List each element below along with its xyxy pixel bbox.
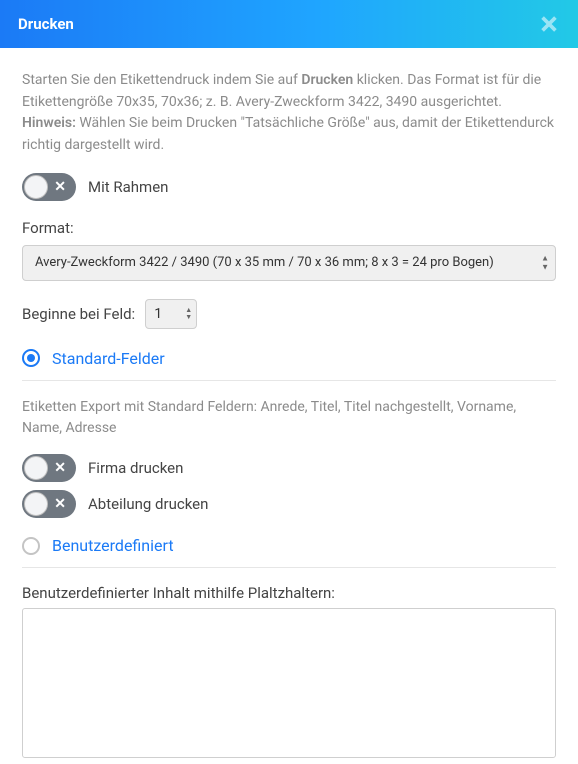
firma-drucken-toggle[interactable]: ✕ bbox=[22, 454, 76, 482]
begin-field-stepper[interactable]: 1 ▲▼ bbox=[145, 299, 197, 329]
standard-fields-label: Standard-Felder bbox=[52, 349, 165, 368]
mit-rahmen-label: Mit Rahmen bbox=[88, 178, 168, 196]
intro-bold: Drucken bbox=[301, 72, 353, 88]
standard-fields-desc: Etiketten Export mit Standard Feldern: A… bbox=[22, 397, 556, 440]
begin-field-label: Beginne bei Feld: bbox=[22, 305, 135, 323]
hint-text: Wählen Sie beim Drucken "Tatsächliche Gr… bbox=[22, 115, 554, 153]
toggle-knob bbox=[24, 456, 48, 480]
custom-radio-row[interactable]: Benutzerdefiniert bbox=[22, 536, 556, 555]
close-button[interactable] bbox=[538, 13, 560, 35]
separator bbox=[22, 567, 556, 568]
toggle-knob bbox=[24, 492, 48, 516]
format-label: Format: bbox=[22, 219, 556, 237]
x-icon: ✕ bbox=[54, 497, 66, 511]
custom-radio[interactable] bbox=[22, 537, 40, 555]
dialog-body: Starten Sie den Etikettendruck indem Sie… bbox=[0, 48, 578, 762]
dialog-title: Drucken bbox=[18, 15, 74, 33]
close-icon bbox=[538, 13, 560, 35]
intro-part1: Starten Sie den Etikettendruck indem Sie… bbox=[22, 72, 301, 88]
print-dialog: Drucken Starten Sie den Etikettendruck i… bbox=[0, 0, 578, 762]
x-icon: ✕ bbox=[54, 461, 66, 475]
firma-drucken-label: Firma drucken bbox=[88, 459, 183, 477]
firma-drucken-row: ✕ Firma drucken bbox=[22, 454, 556, 482]
custom-content-textarea[interactable] bbox=[22, 608, 556, 758]
custom-radio-label: Benutzerdefiniert bbox=[52, 536, 174, 555]
mit-rahmen-row: ✕ Mit Rahmen bbox=[22, 173, 556, 201]
separator bbox=[22, 380, 556, 381]
begin-field-row: Beginne bei Feld: 1 ▲▼ bbox=[22, 299, 556, 329]
format-select[interactable]: Avery-Zweckform 3422 / 3490 (70 x 35 mm … bbox=[22, 245, 556, 281]
x-icon: ✕ bbox=[54, 180, 66, 194]
mit-rahmen-toggle[interactable]: ✕ bbox=[22, 173, 76, 201]
custom-content-label: Benutzerdefinierter Inhalt mithilfe Plal… bbox=[22, 584, 556, 602]
dialog-titlebar: Drucken bbox=[0, 0, 578, 48]
abteilung-drucken-row: ✕ Abteilung drucken bbox=[22, 490, 556, 518]
updown-icon: ▲▼ bbox=[185, 307, 192, 321]
begin-field-value: 1 bbox=[154, 306, 162, 322]
toggle-knob bbox=[24, 175, 48, 199]
abteilung-drucken-label: Abteilung drucken bbox=[88, 495, 208, 513]
standard-fields-radio[interactable] bbox=[22, 349, 40, 367]
format-selected: Avery-Zweckform 3422 / 3490 (70 x 35 mm … bbox=[35, 255, 494, 270]
abteilung-drucken-toggle[interactable]: ✕ bbox=[22, 490, 76, 518]
updown-icon: ▲▼ bbox=[541, 254, 549, 271]
hint-label: Hinweis: bbox=[22, 115, 76, 131]
standard-fields-radio-row[interactable]: Standard-Felder bbox=[22, 349, 556, 368]
intro-text: Starten Sie den Etikettendruck indem Sie… bbox=[22, 70, 556, 157]
